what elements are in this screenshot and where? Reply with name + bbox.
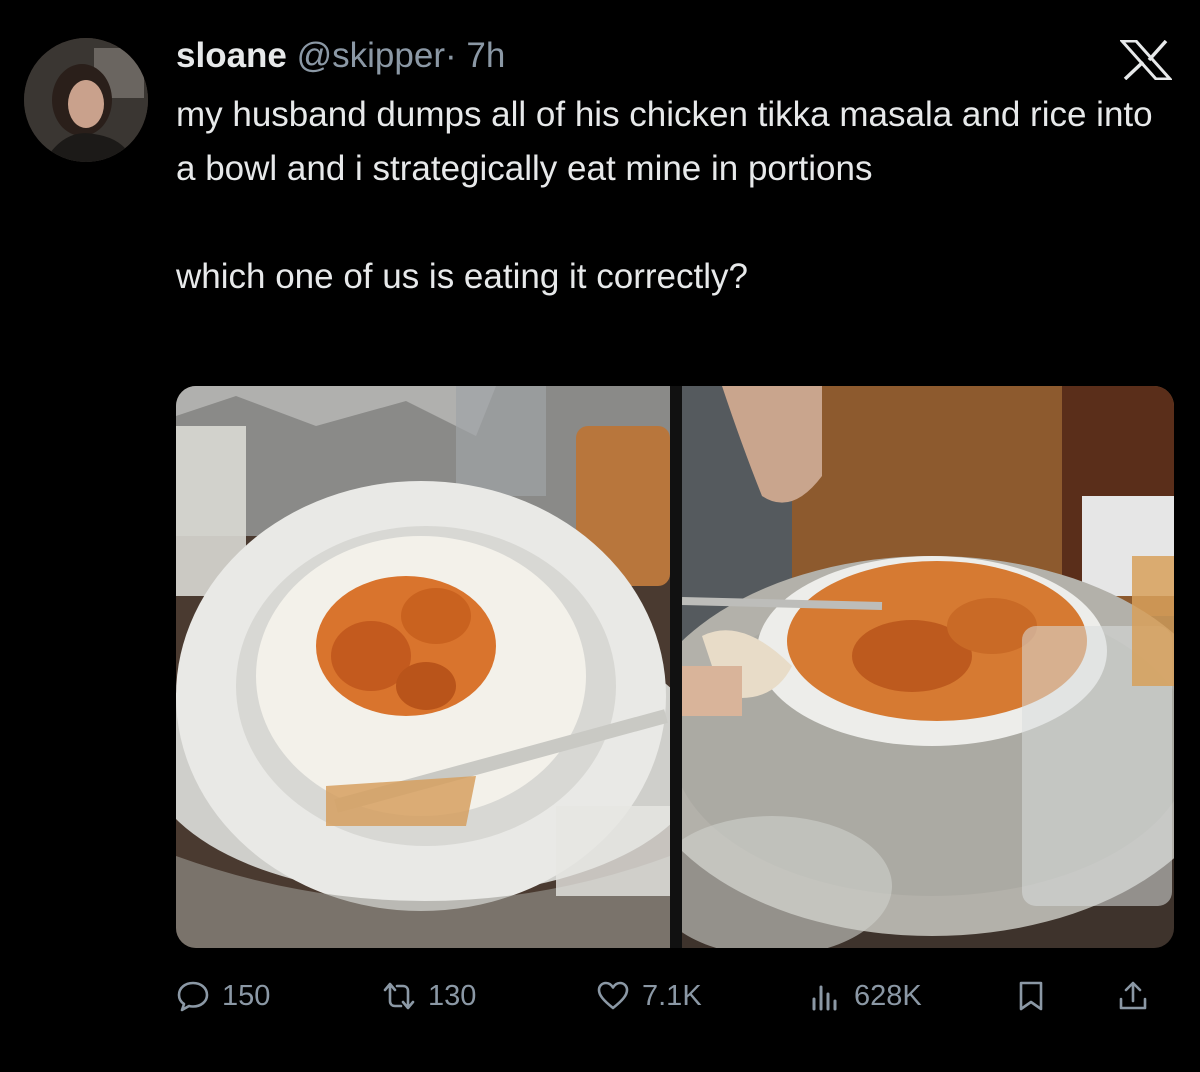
action-bar: 150 130 7.1K 628K [176,972,1176,1020]
views-chart-icon [812,985,837,1011]
repost-button[interactable]: 130 [382,972,476,1020]
like-count: 7.1K [642,979,702,1012]
timestamp[interactable]: 7h [466,36,505,75]
food-photo-icon [176,386,670,948]
tweet-text: my husband dumps all of his chicken tikk… [176,88,1176,304]
avatar[interactable] [24,38,148,162]
like-button[interactable]: 7.1K [596,972,702,1020]
tweet-header: sloane @skipper· 7h [176,36,505,76]
photo-mixed-bowl[interactable] [682,386,1174,948]
tweet-text-paragraph: my husband dumps all of his chicken tikk… [176,95,1153,188]
display-name[interactable]: sloane [176,36,287,75]
tweet-text-paragraph: which one of us is eating it correctly? [176,257,748,296]
share-icon [1119,981,1147,1010]
reply-count: 150 [222,979,271,1012]
views-button[interactable]: 628K [808,972,922,1020]
reply-button[interactable]: 150 [176,972,270,1020]
bookmark-button[interactable] [1014,972,1048,1020]
avatar-photo [24,38,148,162]
repost-icon [383,982,415,1010]
view-count: 628K [854,979,922,1012]
share-button[interactable] [1116,972,1150,1020]
food-photo-icon [682,386,1174,948]
repost-count: 130 [428,979,477,1012]
user-handle[interactable]: @skipper [297,36,445,75]
heart-icon [597,981,629,1010]
x-logo-icon [1120,40,1172,80]
photo-plated-portions[interactable] [176,386,670,948]
separator-dot: · [444,36,457,75]
reply-icon [177,981,209,1012]
media-grid [176,386,1174,948]
bookmark-icon [1019,981,1043,1011]
